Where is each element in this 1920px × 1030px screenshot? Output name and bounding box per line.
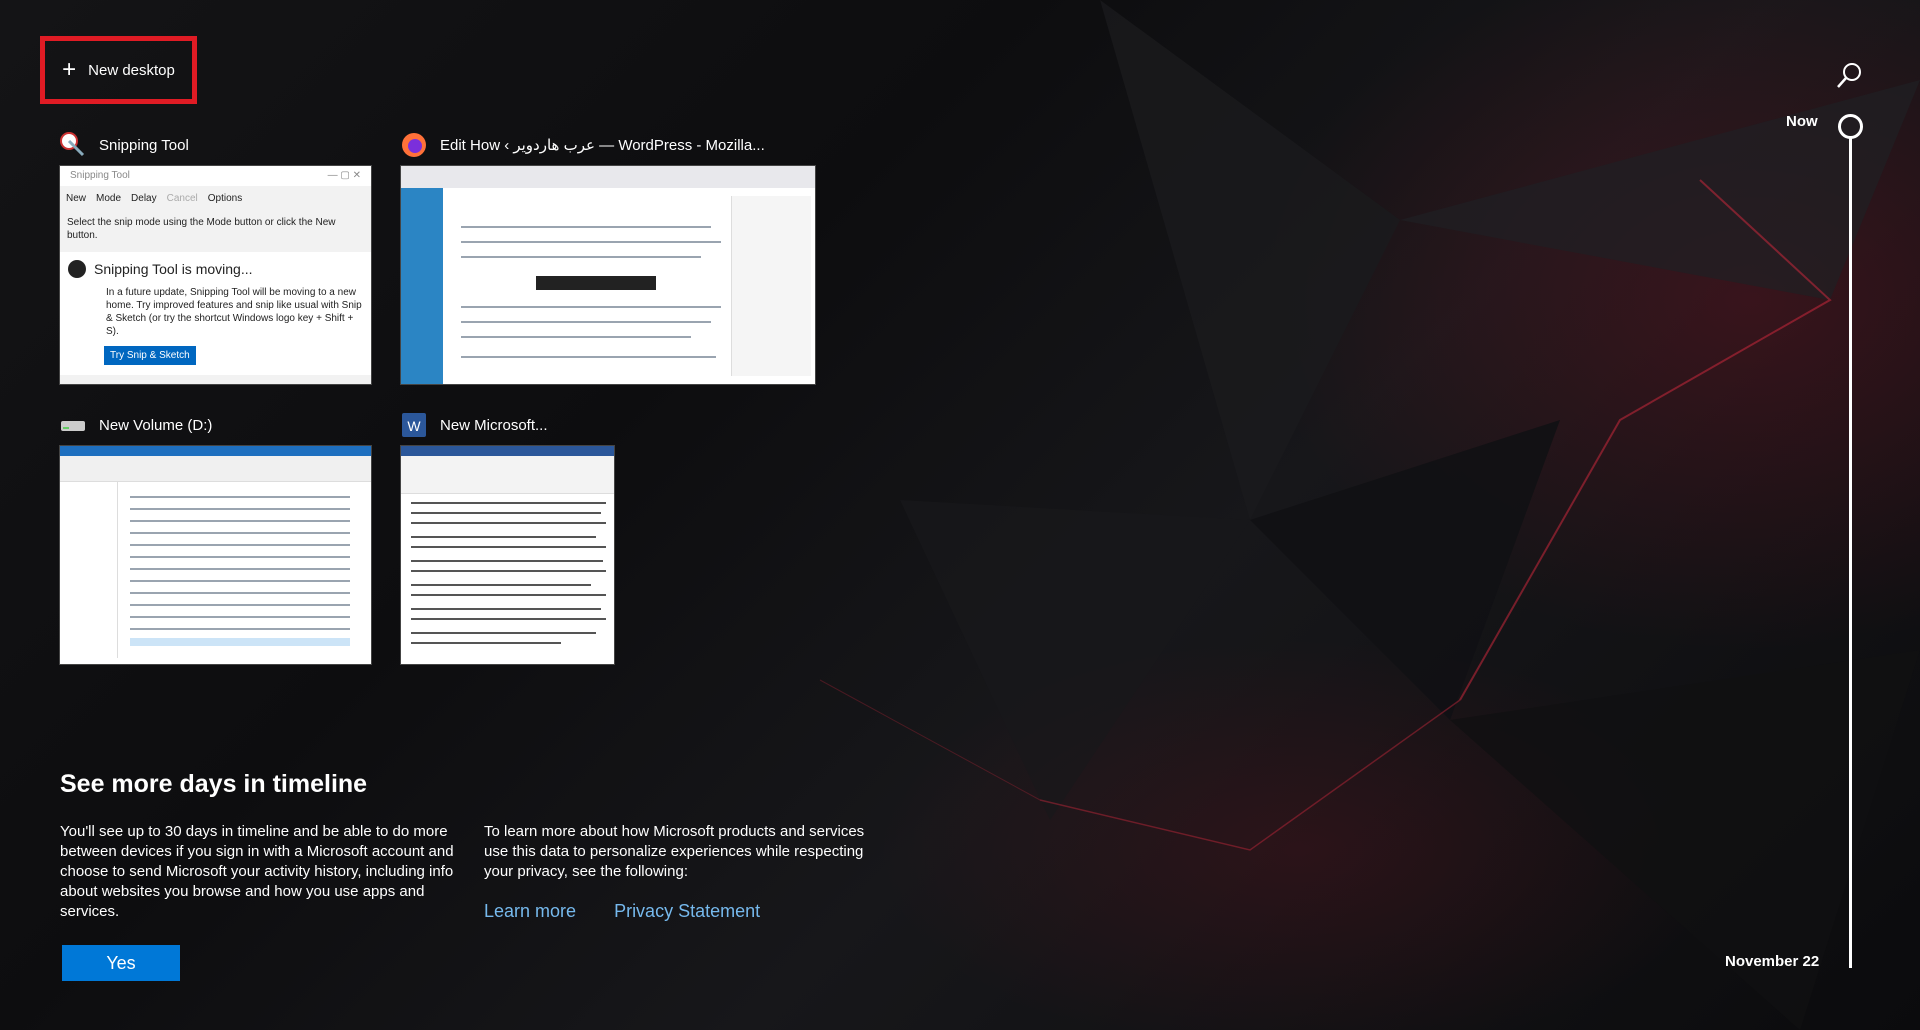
plus-icon: + — [62, 56, 77, 83]
tool-cancel: Cancel — [166, 192, 198, 204]
window-thumbnail: Snipping Tool — ▢ ✕ New Mode Delay Cancel… — [59, 165, 372, 385]
word-icon: W — [400, 411, 428, 439]
window-title: Edit How ‹ عرب هاردوير — WordPress - Moz… — [440, 137, 765, 154]
window-title: New Microsoft... — [440, 416, 548, 434]
selected-row — [130, 638, 350, 646]
timeline-now-label: Now — [1786, 113, 1818, 130]
wp-panel — [731, 196, 811, 376]
explorer-nav-pane — [60, 482, 118, 658]
notice-title: Snipping Tool is moving... — [94, 261, 253, 277]
window-title: Snipping Tool — [99, 136, 189, 154]
snip-notice: Snipping Tool is moving... In a future u… — [60, 252, 371, 375]
window-thumbnail — [400, 165, 816, 385]
tool-new: New — [66, 192, 87, 204]
snipping-tool-icon — [59, 131, 87, 159]
svg-text:W: W — [407, 418, 421, 434]
taskbar-snippet — [536, 276, 656, 290]
window-controls: — ▢ ✕ — [327, 170, 361, 181]
window-card-snipping-tool[interactable]: Snipping Tool Snipping Tool — ▢ ✕ New Mod… — [59, 128, 372, 385]
thumb-title: Snipping Tool — [70, 170, 130, 181]
window-card-word[interactable]: W New Microsoft... — [400, 408, 615, 665]
more-days-description: You'll see up to 30 days in timeline and… — [60, 823, 454, 920]
privacy-description: To learn more about how Microsoft produc… — [484, 823, 865, 880]
notice-text: In a future update, Snipping Tool will b… — [106, 287, 362, 337]
explorer-titlebar — [60, 446, 371, 456]
timeline-date-label: November 22 — [1725, 953, 1820, 970]
snip-toolbar: New Mode Delay Cancel Options — [60, 186, 371, 210]
snip-notice-icon — [68, 260, 86, 278]
privacy-links: Learn more Privacy Statement — [484, 901, 760, 922]
window-title: New Volume (D:) — [99, 416, 213, 434]
tool-options: Options — [207, 192, 243, 204]
tool-mode: Mode — [96, 192, 122, 204]
window-card-firefox[interactable]: Edit How ‹ عرب هاردوير — WordPress - Moz… — [400, 128, 816, 385]
browser-chrome — [401, 166, 815, 188]
word-titlebar — [401, 446, 614, 456]
notice-button: Try Snip & Sketch — [104, 346, 196, 365]
search-icon[interactable] — [1833, 60, 1865, 92]
wp-sidebar — [401, 188, 443, 384]
timeline-scrollbar[interactable] — [1849, 136, 1852, 968]
learn-more-link[interactable]: Learn more — [484, 901, 576, 922]
tool-delay: Delay — [131, 192, 157, 204]
firefox-icon — [400, 131, 428, 159]
yes-button[interactable]: Yes — [62, 945, 180, 981]
window-thumbnail — [59, 445, 372, 665]
new-desktop-label: New desktop — [88, 61, 175, 79]
privacy-statement-link[interactable]: Privacy Statement — [614, 901, 760, 922]
snip-description: Select the snip mode using the Mode butt… — [67, 217, 336, 241]
word-ribbon — [401, 456, 614, 494]
new-desktop-button[interactable]: + New desktop — [40, 36, 197, 104]
more-days-title: See more days in timeline — [60, 770, 368, 798]
drive-icon — [59, 411, 87, 439]
window-card-explorer[interactable]: New Volume (D:) — [59, 408, 372, 665]
window-thumbnail — [400, 445, 615, 665]
